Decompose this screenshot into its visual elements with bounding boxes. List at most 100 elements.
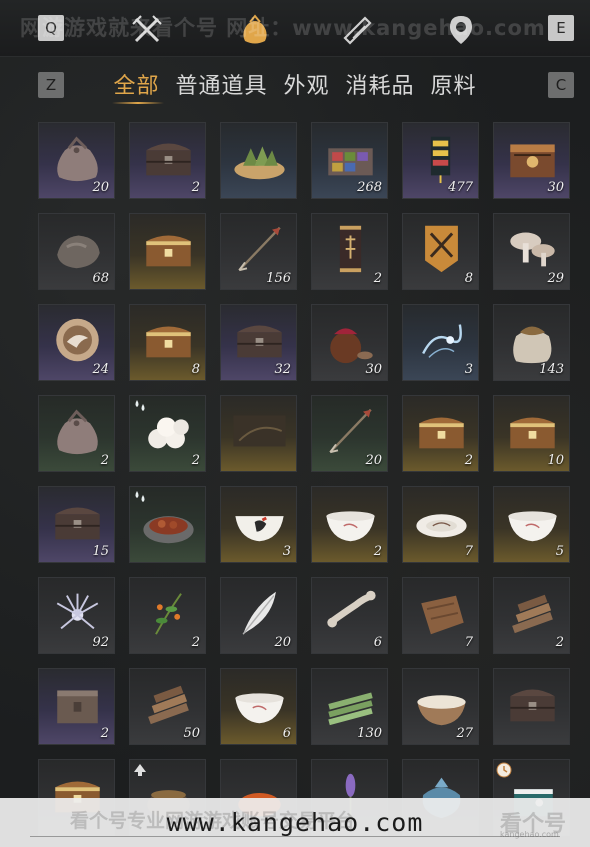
- inventory-slot[interactable]: 30: [493, 122, 570, 199]
- inventory-slot[interactable]: 32: [220, 304, 297, 381]
- bird-medallion-icon: [56, 318, 99, 362]
- inventory-slot[interactable]: 3: [402, 304, 479, 381]
- tab-consumables[interactable]: 消耗品: [346, 68, 415, 100]
- footer-logo-subtitle: kangehao.com: [500, 830, 559, 839]
- item-quantity: 20: [92, 180, 109, 195]
- item-quantity: 15: [92, 544, 109, 559]
- golden-chest-icon: [146, 235, 191, 267]
- cloth-pouch-icon: [57, 409, 98, 455]
- inventory-slot[interactable]: 27: [402, 668, 479, 745]
- inventory-slot[interactable]: 477: [402, 122, 479, 199]
- inventory-slot[interactable]: 10: [493, 395, 570, 472]
- item-quantity: 3: [282, 544, 291, 559]
- porcelain-bowl-icon: [326, 511, 375, 542]
- inventory-slot[interactable]: 68: [38, 213, 115, 290]
- talisman-charm-icon: [430, 136, 451, 184]
- bone-fragment-icon: [327, 590, 376, 628]
- inventory-slot[interactable]: 8: [402, 213, 479, 290]
- inventory-slot[interactable]: [220, 395, 297, 472]
- up-arrow-icon: [134, 764, 146, 776]
- inventory-slot[interactable]: 6: [220, 668, 297, 745]
- tab-common-items[interactable]: 普通道具: [175, 68, 267, 100]
- item-quantity: 29: [547, 271, 564, 286]
- item-quantity: 8: [464, 271, 473, 286]
- inventory-slot[interactable]: 15: [38, 486, 115, 563]
- inventory-slot[interactable]: 156: [220, 213, 297, 290]
- item-quantity: 10: [547, 453, 564, 468]
- ornate-chest-icon: [510, 144, 555, 178]
- inventory-slot[interactable]: 2: [311, 213, 388, 290]
- item-quantity: 32: [274, 362, 291, 377]
- watermark-top: 网游游戏就来看个号 网址：www.kangehao.com: [20, 16, 546, 40]
- inventory-slot[interactable]: [129, 213, 206, 290]
- category-tabs: 全部 普通道具 外观 消耗品 原料: [0, 64, 590, 104]
- golden-chest-icon: [419, 417, 464, 449]
- inventory-slot[interactable]: 3: [220, 486, 297, 563]
- inventory-slot[interactable]: 30: [311, 304, 388, 381]
- item-quantity: 156: [266, 271, 291, 286]
- inventory-slot[interactable]: 2: [402, 395, 479, 472]
- wooden-box-icon: [57, 690, 98, 724]
- inventory-slot[interactable]: [220, 122, 297, 199]
- inventory-slot[interactable]: 268: [311, 122, 388, 199]
- inventory-slot[interactable]: 7: [402, 577, 479, 654]
- tab-materials[interactable]: 原料: [431, 68, 477, 100]
- tab-all[interactable]: 全部: [113, 68, 159, 100]
- dark-chest-icon: [510, 689, 555, 722]
- inventory-slot[interactable]: 130: [311, 668, 388, 745]
- item-quantity: 30: [547, 180, 564, 195]
- item-quantity: 68: [92, 271, 109, 286]
- inventory-slot[interactable]: 7: [402, 486, 479, 563]
- item-quantity: 3: [464, 362, 473, 377]
- inventory-slot[interactable]: 6: [311, 577, 388, 654]
- tab-appearance[interactable]: 外观: [283, 68, 329, 100]
- item-quantity: 20: [365, 453, 382, 468]
- item-quantity: 6: [373, 635, 382, 650]
- inventory-slot[interactable]: 92: [38, 577, 115, 654]
- item-quantity: 130: [357, 726, 382, 741]
- wine-jars-icon: [330, 328, 373, 364]
- cloth-pouch-icon: [57, 136, 98, 182]
- inventory-slot[interactable]: 2: [129, 122, 206, 199]
- feather-icon: [242, 591, 276, 635]
- spider-lily-icon: [56, 593, 99, 630]
- item-quantity: 2: [100, 726, 109, 741]
- bamboo-bundle-icon: [328, 692, 373, 726]
- key-hint-c[interactable]: C: [548, 72, 574, 98]
- item-quantity: 477: [448, 180, 473, 195]
- banner-scroll-icon: [339, 225, 362, 273]
- item-quantity: 143: [539, 362, 564, 377]
- herb-sprig-icon: [155, 593, 182, 635]
- inventory-slot[interactable]: 50: [129, 668, 206, 745]
- footer-divider: [30, 836, 560, 837]
- inventory-grid: 20 2 268 477 30 68 156 2 8 29 24 8 32 30 3 143 2 2 20 2 10 15…: [38, 122, 572, 836]
- porcelain-bowl-icon: [235, 693, 284, 724]
- item-quantity: 7: [464, 635, 473, 650]
- inventory-slot[interactable]: 2: [38, 668, 115, 745]
- inventory-slot[interactable]: 2: [129, 577, 206, 654]
- porcelain-plate-icon: [416, 514, 467, 538]
- inventory-slot[interactable]: 29: [493, 213, 570, 290]
- inventory-slot[interactable]: 20: [220, 577, 297, 654]
- inventory-slot[interactable]: 2: [129, 395, 206, 472]
- firewood-icon: [512, 594, 553, 634]
- inventory-slot[interactable]: 2: [38, 395, 115, 472]
- item-quantity: 5: [555, 544, 564, 559]
- inventory-slot[interactable]: 20: [38, 122, 115, 199]
- timer-clock-icon: [496, 762, 512, 778]
- item-quantity: 2: [555, 635, 564, 650]
- inventory-slot[interactable]: 20: [311, 395, 388, 472]
- item-quantity: 2: [373, 544, 382, 559]
- inventory-slot[interactable]: 8: [129, 304, 206, 381]
- item-quantity: 2: [191, 453, 200, 468]
- inventory-slot[interactable]: 2: [493, 577, 570, 654]
- inventory-slot[interactable]: 2: [311, 486, 388, 563]
- inventory-slot[interactable]: 24: [38, 304, 115, 381]
- inventory-slot[interactable]: [493, 668, 570, 745]
- inventory-slot[interactable]: 143: [493, 304, 570, 381]
- dark-chest-icon: [55, 507, 100, 540]
- inventory-slot[interactable]: 5: [493, 486, 570, 563]
- arrow-icon: [329, 408, 372, 454]
- item-quantity: 2: [191, 180, 200, 195]
- inventory-slot[interactable]: [129, 486, 206, 563]
